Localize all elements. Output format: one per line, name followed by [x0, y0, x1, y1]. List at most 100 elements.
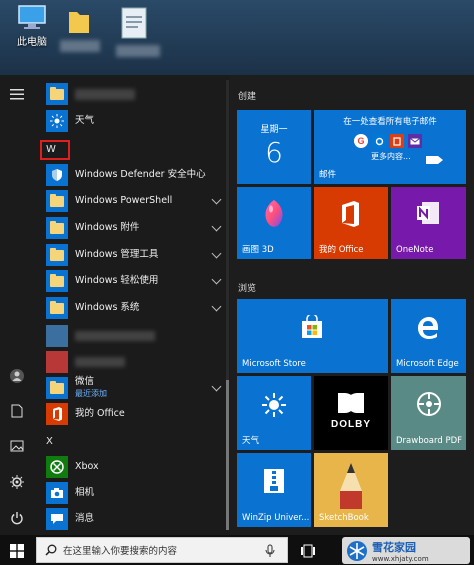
microsoft-store-tile[interactable]: Microsoft Store	[237, 299, 388, 373]
tile-label: 邮件	[319, 170, 337, 180]
tiles-area: 创建 星期一 6 在一处查看所有电子邮件 G 更多内容... 邮件 画图 3D	[230, 75, 474, 535]
mail-tile[interactable]: 在一处查看所有电子邮件 G 更多内容... 邮件	[314, 110, 466, 184]
chevron-down-icon[interactable]	[211, 381, 222, 392]
list-item-messages[interactable]: 消息	[46, 506, 226, 532]
list-item-windows-system[interactable]: Windows 系统	[46, 295, 226, 321]
list-item-my-office[interactable]: 我的 Office	[46, 401, 226, 427]
search-icon	[45, 544, 57, 556]
desktop-icon-label-blurred	[60, 40, 100, 52]
pictures-icon[interactable]	[8, 437, 26, 455]
section-letter-x[interactable]: X	[46, 436, 53, 447]
list-item-powershell[interactable]: Windows PowerShell	[46, 188, 226, 214]
settings-gear-icon[interactable]	[8, 473, 26, 491]
office-icon	[339, 201, 361, 231]
app-list-scrollbar[interactable]	[226, 80, 229, 530]
calendar-weekday: 星期一	[260, 125, 288, 135]
tile-label: SketchBook	[319, 513, 369, 523]
list-item-xbox[interactable]: Xbox	[46, 454, 226, 480]
tile-label: Drawboard PDF	[396, 436, 463, 446]
desktop: 此电脑	[0, 0, 474, 75]
paint3d-tile[interactable]: 画图 3D	[237, 187, 311, 259]
list-item-label: Windows 附件	[75, 221, 140, 233]
chevron-down-icon[interactable]	[211, 274, 222, 285]
list-item-label: Windows 管理工具	[75, 248, 159, 260]
chevron-down-icon[interactable]	[211, 301, 222, 312]
desktop-icon-this-pc[interactable]: 此电脑	[2, 4, 62, 74]
message-icon	[46, 508, 68, 530]
microsoft-edge-tile[interactable]: Microsoft Edge	[391, 299, 466, 373]
user-avatar-icon[interactable]	[8, 367, 26, 385]
list-item-label: 我的 Office	[75, 407, 125, 419]
list-item-defender[interactable]: Windows Defender 安全中心	[46, 162, 226, 188]
watermark-title: 雪花家园	[372, 540, 416, 554]
desktop-folder-icon[interactable]	[66, 8, 92, 40]
scrollbar-thumb[interactable]	[226, 380, 229, 530]
folder-icon	[50, 273, 64, 287]
list-item-label: Windows 系统	[75, 301, 140, 313]
tile-label: 天气	[242, 436, 260, 446]
desktop-icon-label-blurred	[116, 45, 160, 57]
desktop-document-icon[interactable]	[118, 6, 152, 46]
list-item-blurred[interactable]	[46, 323, 226, 349]
store-bag-icon	[300, 313, 324, 343]
taskbar-search-box[interactable]: 在这里输入你要搜索的内容	[36, 537, 288, 563]
microphone-icon[interactable]	[265, 544, 275, 558]
onenote-tile[interactable]: OneNote	[391, 187, 466, 259]
folder-icon	[50, 300, 64, 314]
documents-icon[interactable]	[8, 402, 26, 420]
watermark: 雪花家园 www.xhjaty.com	[342, 537, 470, 564]
onenote-icon	[416, 201, 440, 229]
winzip-icon	[261, 467, 287, 501]
camera-icon	[46, 482, 68, 504]
drawboard-pdf-tile[interactable]: Drawboard PDF	[391, 376, 466, 450]
search-placeholder: 在这里输入你要搜索的内容	[63, 546, 178, 557]
list-item-admin-tools[interactable]: Windows 管理工具	[46, 242, 226, 268]
tile-group-header-create[interactable]: 创建	[238, 89, 256, 102]
xbox-icon	[46, 456, 68, 478]
chevron-down-icon[interactable]	[211, 194, 222, 205]
folder-icon	[50, 380, 64, 394]
sketchbook-tile[interactable]: SketchBook	[314, 453, 388, 527]
edge-icon	[417, 317, 439, 343]
list-item-blurred[interactable]	[46, 349, 226, 375]
app-list: 天气 W Windows Defender 安全中心 Windows Power…	[34, 75, 230, 535]
list-item-camera[interactable]: 相机	[46, 480, 226, 506]
tile-label: WinZip Univer...	[242, 513, 310, 523]
list-item-accessories[interactable]: Windows 附件	[46, 215, 226, 241]
folder-icon	[69, 12, 89, 33]
list-item-weather[interactable]: 天气	[46, 108, 226, 134]
list-item-label: Windows 轻松使用	[75, 274, 159, 286]
windows-start-button[interactable]	[10, 543, 24, 562]
chevron-down-icon[interactable]	[211, 221, 222, 232]
paint3d-icon	[262, 199, 286, 235]
mail-more-text: 更多内容...	[371, 152, 411, 161]
drawboard-icon	[415, 390, 443, 422]
pencil-icon	[334, 461, 368, 515]
dolby-tile[interactable]: DOLBY	[314, 376, 388, 450]
snowflake-logo-icon	[347, 540, 367, 561]
chevron-down-icon[interactable]	[211, 248, 222, 259]
office-icon	[390, 134, 404, 148]
hamburger-menu-icon[interactable]	[8, 85, 26, 103]
my-office-tile[interactable]: 我的 Office	[314, 187, 388, 259]
folder-icon	[50, 247, 64, 261]
list-item-ease-of-access[interactable]: Windows 轻松使用	[46, 268, 226, 294]
list-item-blurred[interactable]	[46, 81, 226, 107]
power-icon[interactable]	[8, 509, 26, 527]
list-item-wechat[interactable]: 微信 最近添加	[46, 375, 226, 401]
calendar-tile[interactable]: 星期一 6	[237, 110, 311, 184]
list-item-label: 天气	[75, 114, 95, 126]
weather-tile[interactable]: 天气	[237, 376, 311, 450]
start-left-rail	[0, 75, 34, 535]
list-item-label: 消息	[75, 512, 95, 524]
winzip-tile[interactable]: WinZip Univer...	[237, 453, 311, 527]
document-icon	[121, 7, 147, 39]
task-view-icon	[301, 544, 315, 558]
tile-group-header-browse[interactable]: 浏览	[238, 281, 256, 294]
tile-label: Microsoft Store	[242, 359, 306, 369]
monitor-icon	[18, 5, 46, 29]
task-view-button[interactable]	[300, 543, 316, 562]
calendar-day: 6	[265, 136, 283, 169]
mail-headline: 在一处查看所有电子邮件	[343, 117, 437, 127]
dolby-wordmark: DOLBY	[331, 419, 371, 430]
